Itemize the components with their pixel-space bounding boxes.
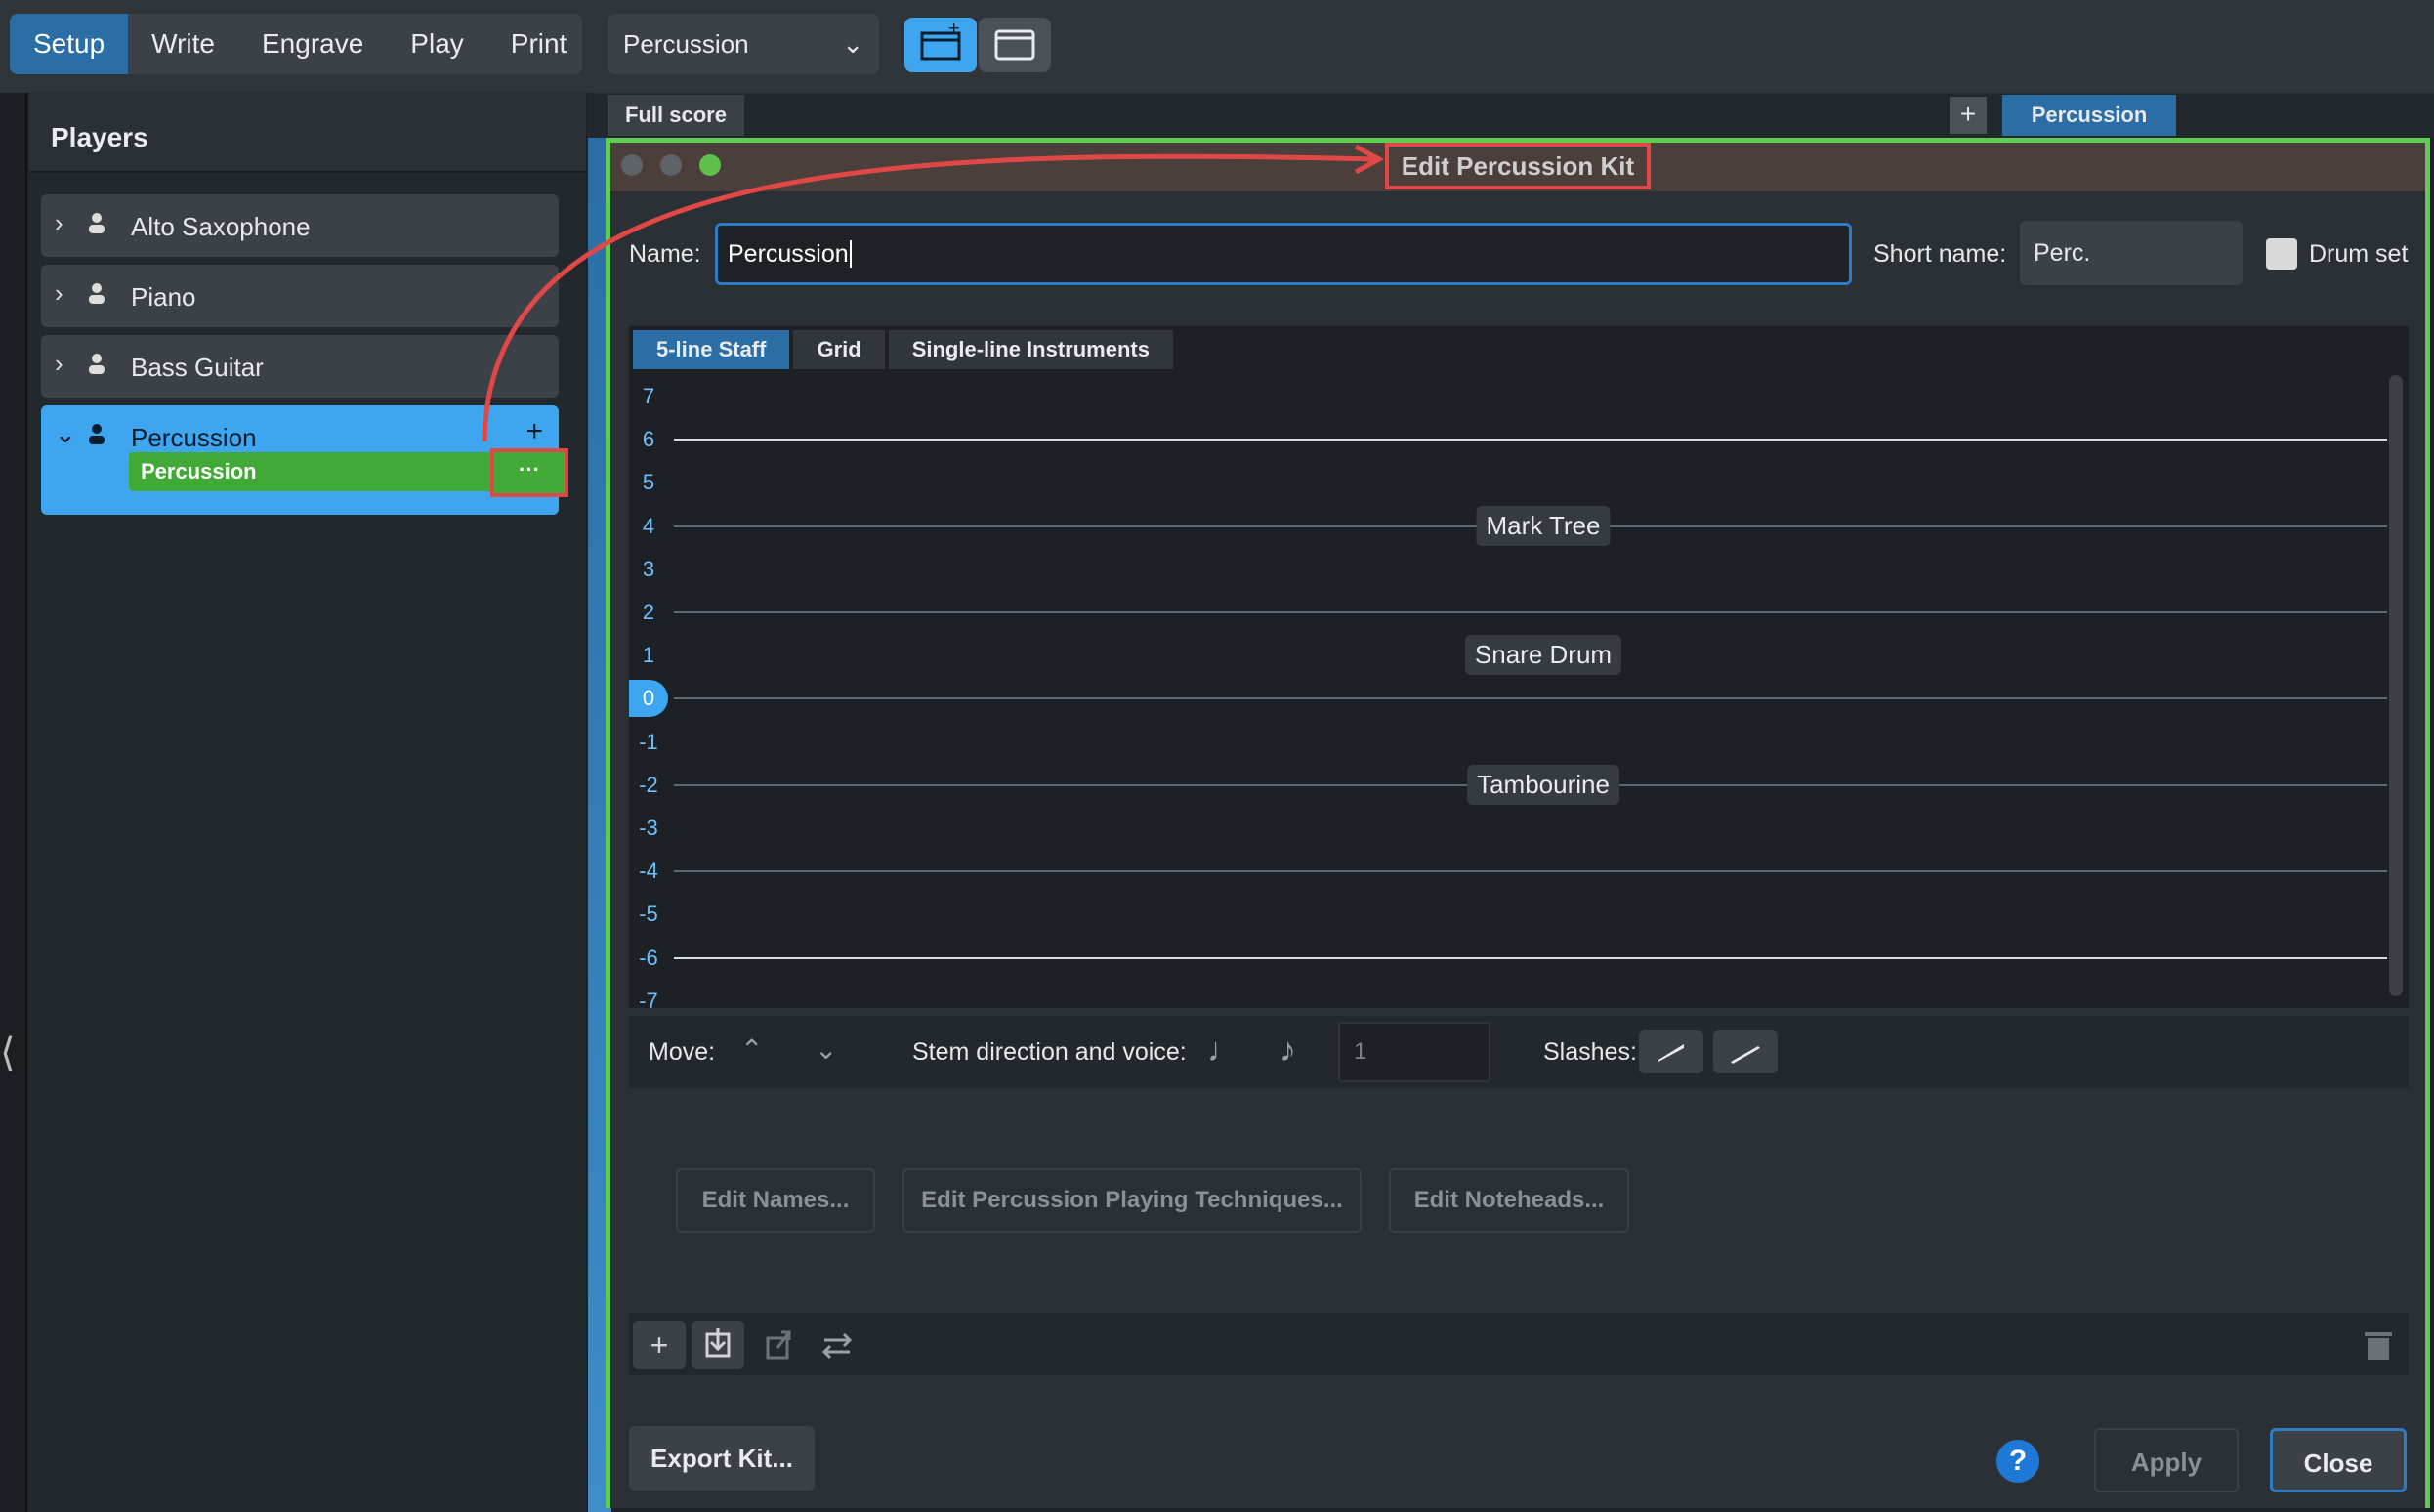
edit-names-button[interactable]: Edit Names... bbox=[676, 1168, 875, 1233]
staff-position--4[interactable]: -4 bbox=[629, 853, 668, 890]
move-down-icon[interactable]: ⌄ bbox=[815, 1033, 837, 1066]
kit-instrument-mark-tree[interactable]: Mark Tree bbox=[1476, 505, 1611, 546]
staff-position--3[interactable]: -3 bbox=[629, 810, 668, 847]
name-field[interactable]: Percussion bbox=[715, 223, 1852, 285]
close-button[interactable]: Close bbox=[2270, 1428, 2407, 1492]
stem-up-icon[interactable]: ♩ bbox=[1207, 1031, 1240, 1070]
short-name-field[interactable]: Perc. bbox=[2020, 221, 2243, 285]
edit-noteheads-button[interactable]: Edit Noteheads... bbox=[1389, 1168, 1629, 1233]
stem-direction-label: Stem direction and voice: bbox=[912, 1038, 1187, 1066]
tab-5-line-staff[interactable]: 5-line Staff bbox=[633, 330, 790, 369]
apply-button[interactable]: Apply bbox=[2094, 1428, 2239, 1492]
move-toolbar bbox=[629, 1016, 2409, 1088]
staff-position-7[interactable]: 7 bbox=[629, 378, 668, 415]
kit-instrument-tambourine[interactable]: Tambourine bbox=[1467, 764, 1619, 805]
kit-toolbar bbox=[629, 1313, 2409, 1375]
drum-set-checkbox[interactable] bbox=[2266, 238, 2297, 270]
staff-position-4[interactable]: 4 bbox=[629, 508, 668, 545]
staff-position-1[interactable]: 1 bbox=[629, 637, 668, 674]
staff-position--6[interactable]: -6 bbox=[629, 940, 668, 977]
staff-position-2[interactable]: 2 bbox=[629, 594, 668, 631]
staff-position-0[interactable]: 0 bbox=[629, 680, 668, 718]
edit-playing-techniques-button[interactable]: Edit Percussion Playing Techniques... bbox=[902, 1168, 1362, 1233]
staff-position-3[interactable]: 3 bbox=[629, 551, 668, 588]
export-icon[interactable] bbox=[752, 1321, 805, 1369]
slash-shallow-icon[interactable] bbox=[1713, 1030, 1778, 1073]
staff-position-5[interactable]: 5 bbox=[629, 464, 668, 501]
export-kit-button[interactable]: Export Kit... bbox=[629, 1426, 815, 1491]
help-icon[interactable]: ? bbox=[1996, 1440, 2039, 1483]
staff-line bbox=[674, 870, 2387, 873]
staff-position--1[interactable]: -1 bbox=[629, 724, 668, 761]
tab-grid[interactable]: Grid bbox=[793, 330, 885, 369]
staff-area[interactable]: 7 6 5 4 3 2 1 0 -1 -2 -3 -4 -5 -6 -7 Mark Tree Snare Dru… bbox=[629, 375, 2387, 1008]
staff-line bbox=[674, 611, 2387, 613]
staff-position--7[interactable]: -7 bbox=[629, 983, 668, 1008]
staff-position-6[interactable]: 6 bbox=[629, 421, 668, 458]
drum-set-label: Drum set bbox=[2309, 240, 2409, 268]
delete-icon[interactable] bbox=[2352, 1321, 2405, 1369]
staff-line bbox=[674, 697, 2387, 700]
ledger-line bbox=[674, 439, 2387, 441]
move-up-icon[interactable]: ⌃ bbox=[740, 1033, 763, 1066]
short-name-label: Short name: bbox=[1873, 240, 2007, 268]
kit-instrument-snare-drum[interactable]: Snare Drum bbox=[1464, 635, 1622, 676]
tab-single-line-instruments[interactable]: Single-line Instruments bbox=[888, 330, 1173, 369]
slashes-label: Slashes: bbox=[1543, 1038, 1637, 1066]
staff-position--5[interactable]: -5 bbox=[629, 896, 668, 933]
move-label: Move: bbox=[649, 1038, 716, 1066]
add-instrument-icon[interactable]: + bbox=[633, 1321, 686, 1369]
swap-icon[interactable] bbox=[811, 1321, 863, 1369]
slash-steep-icon[interactable] bbox=[1639, 1030, 1703, 1073]
voice-field[interactable]: 1 bbox=[1338, 1022, 1490, 1082]
staff-scrollbar[interactable] bbox=[2389, 375, 2403, 996]
view-tabs: 5-line Staff Grid Single-line Instrument… bbox=[633, 330, 1173, 369]
staff-position--2[interactable]: -2 bbox=[629, 767, 668, 804]
stem-down-icon[interactable]: ♪ bbox=[1280, 1031, 1296, 1070]
import-icon[interactable] bbox=[692, 1321, 744, 1369]
ledger-line bbox=[674, 956, 2387, 959]
name-field-value: Percussion bbox=[728, 240, 849, 268]
name-label: Name: bbox=[629, 240, 701, 268]
